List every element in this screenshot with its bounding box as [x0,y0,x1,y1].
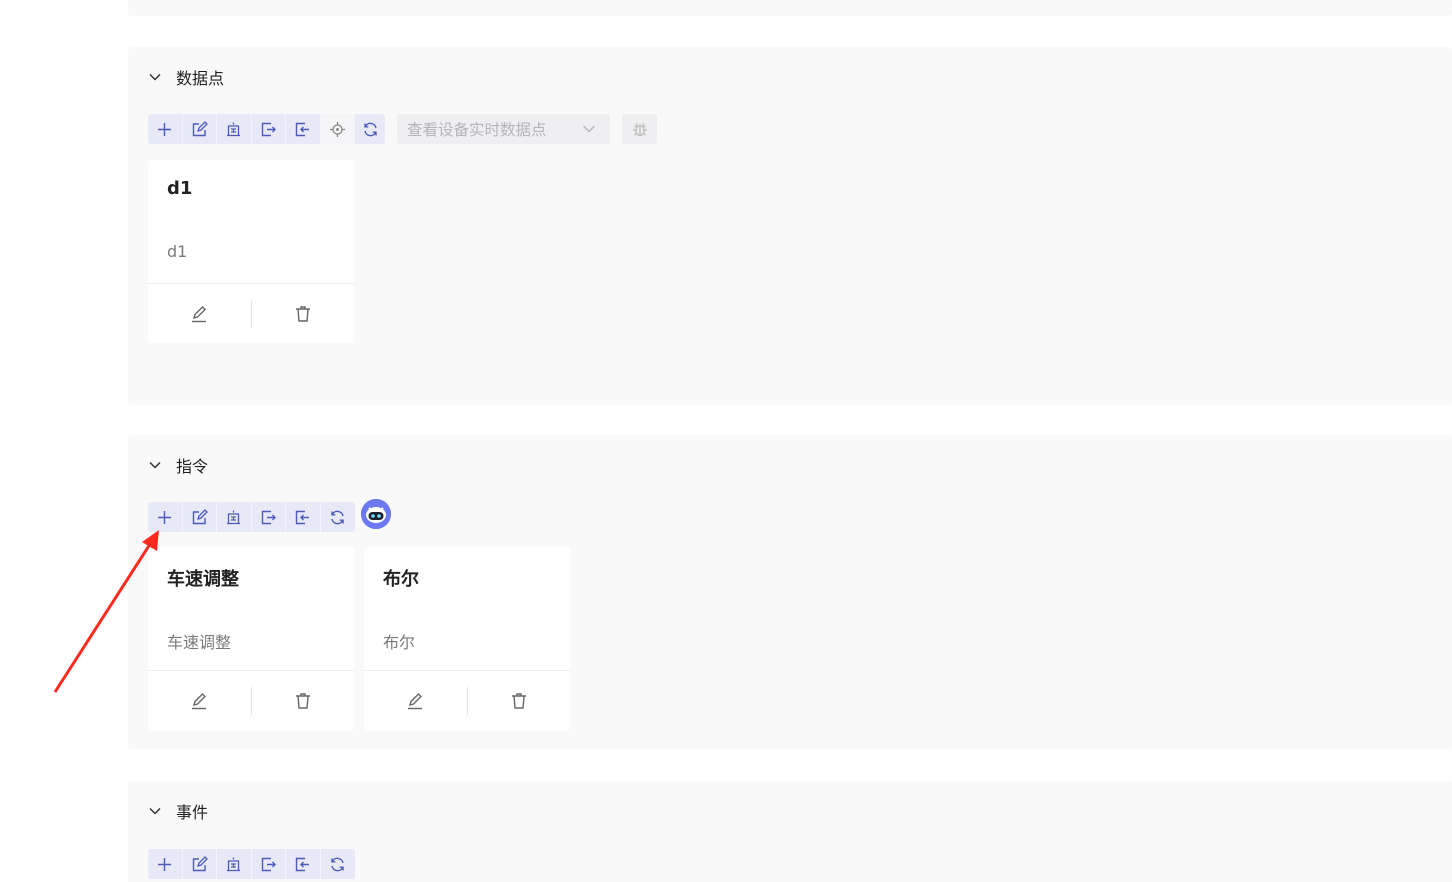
pencil-icon [192,692,207,709]
pencil-icon [408,692,423,709]
card-title: 车速调整 [167,569,239,590]
plus-icon [158,857,172,871]
refresh-button[interactable] [321,502,356,532]
import-icon [296,857,310,871]
ai-assistant-button[interactable] [361,499,391,529]
bank-icon [227,122,241,136]
section-datapoints: 数据点 查看设备实时数据点 d1 d1 [128,47,1452,405]
export-icon [261,510,276,524]
add-button[interactable] [148,849,183,879]
card-description: 车速调整 [167,633,232,652]
card-title: d1 [167,178,193,199]
toolbar-button-group [148,849,355,879]
select-placeholder: 查看设备实时数据点 [407,121,547,139]
export-icon [261,857,276,871]
import-button[interactable] [286,502,321,532]
page: 数据点 查看设备实时数据点 d1 d1 指令 车速调整 车速调整 布尔 布尔 事… [0,0,1452,882]
edit-icon [192,855,208,871]
event-toolbar [148,849,355,879]
export-button[interactable] [252,502,286,532]
bank-button[interactable] [217,502,252,532]
card-title: 布尔 [383,569,419,590]
chevron-down-icon [149,73,161,81]
chevron-down-icon [583,125,595,133]
refresh-button[interactable] [355,114,385,144]
delete-card-button[interactable] [252,687,355,715]
edit-icon [192,120,208,136]
command-toolbar [148,499,391,532]
refresh-icon [363,122,377,136]
export-icon [261,122,276,136]
delete-card-button[interactable] [252,300,355,328]
trash-icon [511,692,526,709]
edit-card-button[interactable] [364,687,467,715]
bank-button[interactable] [217,849,252,879]
trash-icon [295,305,310,322]
debug-button[interactable] [622,114,657,144]
chevron-down-icon [149,461,161,469]
section-title: 指令 [176,457,209,476]
refresh-icon [331,857,344,871]
edit-button[interactable] [183,502,217,532]
refresh-button[interactable] [321,849,356,879]
plus-icon [158,122,172,136]
import-button[interactable] [286,849,321,879]
realtime-datapoint-select[interactable]: 查看设备实时数据点 [397,114,610,144]
section-events: 事件 [128,781,1452,882]
robot-avatar-icon [361,499,391,529]
edit-card-button[interactable] [148,300,251,328]
plus-icon [158,510,172,524]
section-title: 数据点 [176,69,225,88]
add-button[interactable] [148,502,183,532]
export-button[interactable] [252,849,286,879]
add-button[interactable] [148,114,183,144]
command-card: 布尔 布尔 [364,547,570,730]
locate-button[interactable] [320,114,355,144]
import-icon [296,122,310,136]
section-header-datapoints[interactable]: 数据点 [148,67,225,88]
bank-icon [227,857,241,871]
import-button[interactable] [286,114,321,144]
card-actions [148,670,354,730]
card-actions [148,283,354,343]
pencil-icon [192,305,207,322]
refresh-icon [331,510,344,524]
section-title: 事件 [176,803,209,822]
bank-button[interactable] [217,114,252,144]
edit-card-button[interactable] [148,687,251,715]
import-icon [296,510,310,524]
bank-icon [227,510,241,524]
section-above [128,0,1452,16]
datapoint-toolbar: 查看设备实时数据点 [148,114,657,144]
toolbar-button-group [148,502,355,532]
card-description: d1 [167,242,188,261]
section-header-commands[interactable]: 指令 [148,455,209,476]
chevron-down-icon [149,807,161,815]
card-description: 布尔 [383,633,416,652]
export-button[interactable] [252,114,286,144]
edit-icon [192,508,208,524]
edit-button[interactable] [183,114,217,144]
section-commands: 指令 车速调整 车速调整 布尔 布尔 [128,435,1452,750]
trash-icon [295,692,310,709]
delete-card-button[interactable] [468,687,571,715]
card-actions [364,670,570,730]
edit-button[interactable] [183,849,217,879]
section-header-events[interactable]: 事件 [148,801,209,822]
datapoint-card: d1 d1 [148,160,354,343]
bug-icon [632,123,647,137]
target-icon [329,121,345,137]
command-card: 车速调整 车速调整 [148,547,354,730]
toolbar-button-group [148,114,385,144]
